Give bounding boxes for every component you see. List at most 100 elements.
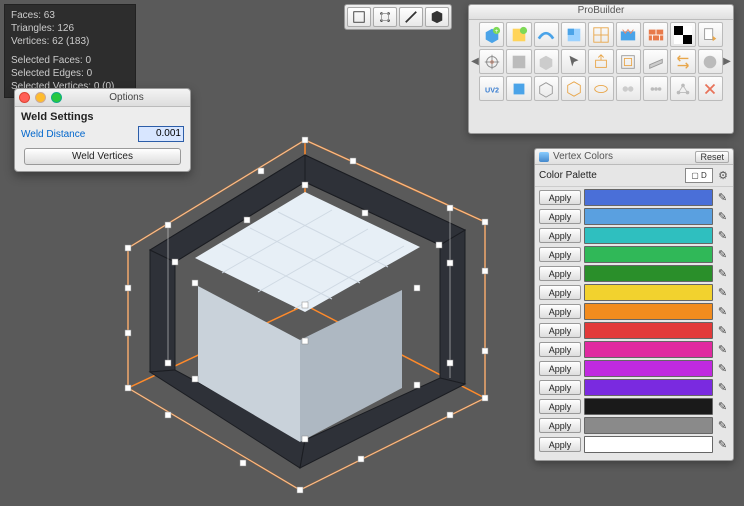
color-swatch[interactable] [584,208,713,225]
vertex-colors-window: Vertex Colors Reset Color Palette ▢ D ⚙ … [534,148,734,461]
options-titlebar[interactable]: Options [15,89,190,107]
apply-color-button[interactable]: Apply [539,399,581,414]
apply-color-button[interactable]: Apply [539,228,581,243]
color-swatch[interactable] [584,284,713,301]
select-hex-button[interactable] [561,76,586,101]
uv-editor-button[interactable] [588,22,613,47]
color-swatch[interactable] [584,303,713,320]
material-button[interactable] [561,22,586,47]
color-swatch[interactable] [584,322,713,339]
flip-button[interactable] [670,49,695,74]
inset-button[interactable] [616,49,641,74]
color-row: Apply ✎ [539,341,729,358]
eyedropper-icon[interactable]: ✎ [716,380,729,395]
color-swatch[interactable] [584,398,713,415]
color-swatch[interactable] [584,227,713,244]
weld-settings-header: Weld Settings [21,111,184,123]
color-swatch[interactable] [584,360,713,377]
cursor-button[interactable] [561,49,586,74]
vertex-mode-button[interactable] [373,7,397,27]
grid-button[interactable] [506,49,531,74]
apply-color-button[interactable]: Apply [539,323,581,338]
apply-color-button[interactable]: Apply [539,190,581,205]
apply-color-button[interactable]: Apply [539,304,581,319]
weld-vertices-button[interactable]: Weld Vertices [24,148,180,165]
options-title: Options [67,92,186,103]
apply-color-button[interactable]: Apply [539,285,581,300]
eyedropper-icon[interactable]: ✎ [716,247,729,262]
minimize-icon[interactable] [35,92,46,103]
eyedropper-icon[interactable]: ✎ [716,437,729,452]
eyedropper-icon[interactable]: ✎ [716,323,729,338]
color-row: Apply ✎ [539,398,729,415]
apply-color-button[interactable]: Apply [539,361,581,376]
checker-button[interactable] [670,22,695,47]
edge-mode-button[interactable] [399,7,423,27]
color-row: Apply ✎ [539,189,729,206]
color-row: Apply ✎ [539,208,729,225]
sphere-button[interactable] [698,49,723,74]
weld-distance-input[interactable]: 0.001 [138,126,184,142]
eyedropper-icon[interactable]: ✎ [716,399,729,414]
color-row: Apply ✎ [539,379,729,396]
probuilder-title[interactable]: ProBuilder [469,5,733,20]
apply-color-button[interactable]: Apply [539,342,581,357]
object-mode-button[interactable] [347,7,371,27]
new-shape-button[interactable]: + [479,22,504,47]
color-swatch[interactable] [584,436,713,453]
select-loop-button[interactable] [588,76,613,101]
select-box-button[interactable] [534,76,559,101]
tool-b-button[interactable] [643,76,668,101]
color-row: Apply ✎ [539,265,729,282]
probuilder-tool-grid: + UV2 [479,22,723,101]
color-swatch[interactable] [584,189,713,206]
extrude-button[interactable] [588,49,613,74]
apply-color-button[interactable]: Apply [539,418,581,433]
tool-a-button[interactable] [616,76,641,101]
apply-color-button[interactable]: Apply [539,266,581,281]
plane-button[interactable] [643,49,668,74]
tool-d-button[interactable] [698,76,723,101]
eyedropper-icon[interactable]: ✎ [716,304,729,319]
gear-icon[interactable]: ⚙ [717,170,729,182]
close-icon[interactable] [19,92,30,103]
vertex-colors-titlebar[interactable]: Vertex Colors Reset [535,149,733,165]
scroll-right-icon[interactable]: ▶ [723,56,731,67]
color-swatch[interactable] [584,417,713,434]
palette-label: Color Palette [539,170,681,181]
new-poly-button[interactable] [506,22,531,47]
brick-button[interactable] [643,22,668,47]
eyedropper-icon[interactable]: ✎ [716,418,729,433]
palette-dropdown[interactable]: ▢ D [685,168,713,183]
face-mode-button[interactable] [425,7,449,27]
vertex-color-button[interactable] [616,22,641,47]
eyedropper-icon[interactable]: ✎ [716,228,729,243]
apply-color-button[interactable]: Apply [539,209,581,224]
reset-button[interactable]: Reset [695,151,729,163]
scroll-left-icon[interactable]: ◀ [471,56,479,67]
probuilderize-button[interactable] [534,49,559,74]
eyedropper-icon[interactable]: ✎ [716,361,729,376]
color-row: Apply ✎ [539,284,729,301]
select-face-button[interactable] [506,76,531,101]
color-swatch[interactable] [584,341,713,358]
uv2-button[interactable]: UV2 [479,76,504,101]
color-row: Apply ✎ [539,227,729,244]
eyedropper-icon[interactable]: ✎ [716,209,729,224]
color-swatch[interactable] [584,265,713,282]
eyedropper-icon[interactable]: ✎ [716,342,729,357]
eyedropper-icon[interactable]: ✎ [716,285,729,300]
export-button[interactable] [698,22,723,47]
zoom-icon[interactable] [51,92,62,103]
apply-color-button[interactable]: Apply [539,437,581,452]
apply-color-button[interactable]: Apply [539,380,581,395]
color-swatch[interactable] [584,379,713,396]
tool-c-button[interactable] [670,76,695,101]
eyedropper-icon[interactable]: ✎ [716,190,729,205]
eyedropper-icon[interactable]: ✎ [716,266,729,281]
weld-options-window: Options Weld Settings Weld Distance 0.00… [14,88,191,172]
smoothing-button[interactable] [534,22,559,47]
color-swatch[interactable] [584,246,713,263]
pivot-button[interactable] [479,49,504,74]
apply-color-button[interactable]: Apply [539,247,581,262]
